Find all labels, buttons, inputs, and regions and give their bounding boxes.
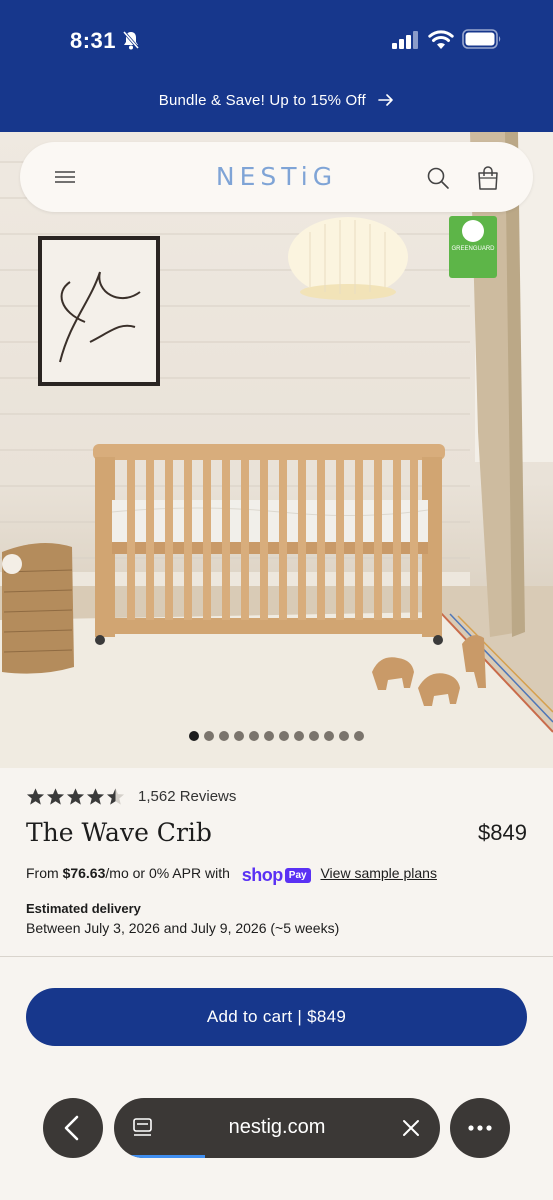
star-icon <box>86 788 105 805</box>
finance-amount: $76.63 <box>62 865 106 881</box>
search-icon[interactable] <box>426 166 450 190</box>
shop-pay-logo: shop Pay <box>242 865 311 886</box>
top-banner: 8:31 Bundle & Save! Up to 15% Off <box>0 0 553 132</box>
carousel-dot[interactable] <box>279 731 289 741</box>
greenguard-leaf-icon <box>462 220 484 242</box>
screen: 8:31 Bundle & Save! Up to 15% Off NESTiG… <box>0 0 553 1200</box>
reviews-count-link[interactable]: 1,562 Reviews <box>138 788 236 805</box>
carousel-dot[interactable] <box>339 731 349 741</box>
divider <box>0 956 553 957</box>
brand-logo[interactable]: NESTiG <box>20 162 533 191</box>
star-icon <box>26 788 45 805</box>
greenguard-badge: GREENGUARD <box>449 216 497 278</box>
carousel-dot[interactable] <box>204 731 214 741</box>
add-to-cart-button[interactable]: Add to cart | $849 <box>26 988 527 1046</box>
carousel-pagination <box>0 731 553 741</box>
carousel-dot[interactable] <box>309 731 319 741</box>
carousel-dot[interactable] <box>354 731 364 741</box>
shop-pay-word: shop <box>241 865 284 885</box>
star-icon <box>66 788 85 805</box>
carousel-dot[interactable] <box>234 731 244 741</box>
header-nav-bar: NESTiG <box>20 142 533 212</box>
arrow-right-icon <box>378 94 394 106</box>
battery-icon <box>462 29 501 49</box>
carousel-dot[interactable] <box>189 731 199 741</box>
carousel-dot[interactable] <box>249 731 259 741</box>
browser-back-button[interactable] <box>43 1098 103 1158</box>
bell-slash-icon <box>122 31 140 50</box>
carousel-dot[interactable] <box>294 731 304 741</box>
financing-info: From $76.63/mo or 0% APR with shop Pay Vi… <box>26 865 437 886</box>
cellular-signal-icon <box>392 31 418 49</box>
shopping-bag-icon[interactable] <box>476 165 500 191</box>
status-time: 8:31 <box>70 28 117 53</box>
promo-banner-link[interactable]: Bundle & Save! Up to 15% Off <box>0 92 553 109</box>
promo-text: Bundle & Save! Up to 15% Off <box>158 92 366 109</box>
browser-more-button[interactable] <box>450 1098 510 1158</box>
browser-address-bar[interactable]: nestig.com <box>114 1098 440 1158</box>
page-load-progress <box>130 1155 205 1158</box>
carousel-dot[interactable] <box>264 731 274 741</box>
product-title: The Wave Crib <box>26 818 212 847</box>
delivery-heading: Estimated delivery <box>26 901 141 916</box>
finance-prefix: From <box>26 865 63 881</box>
carousel-dot[interactable] <box>219 731 229 741</box>
greenguard-label: GREENGUARD <box>451 246 495 252</box>
finance-suffix: /mo or 0% APR with <box>105 865 230 881</box>
view-sample-plans-link[interactable]: View sample plans <box>320 865 436 881</box>
chevron-left-icon <box>64 1115 79 1141</box>
delivery-dates: Between July 3, 2026 and July 9, 2026 (~… <box>26 920 340 936</box>
star-rating[interactable] <box>26 787 126 807</box>
shop-pay-chip: Pay <box>284 868 311 883</box>
star-icon <box>46 788 65 805</box>
more-icon <box>468 1125 492 1131</box>
carousel-dot[interactable] <box>324 731 334 741</box>
url-text: nestig.com <box>228 1116 326 1138</box>
close-icon[interactable] <box>401 1118 421 1138</box>
star-icon <box>106 788 125 805</box>
wifi-icon <box>428 30 454 49</box>
product-price: $849 <box>478 820 527 845</box>
